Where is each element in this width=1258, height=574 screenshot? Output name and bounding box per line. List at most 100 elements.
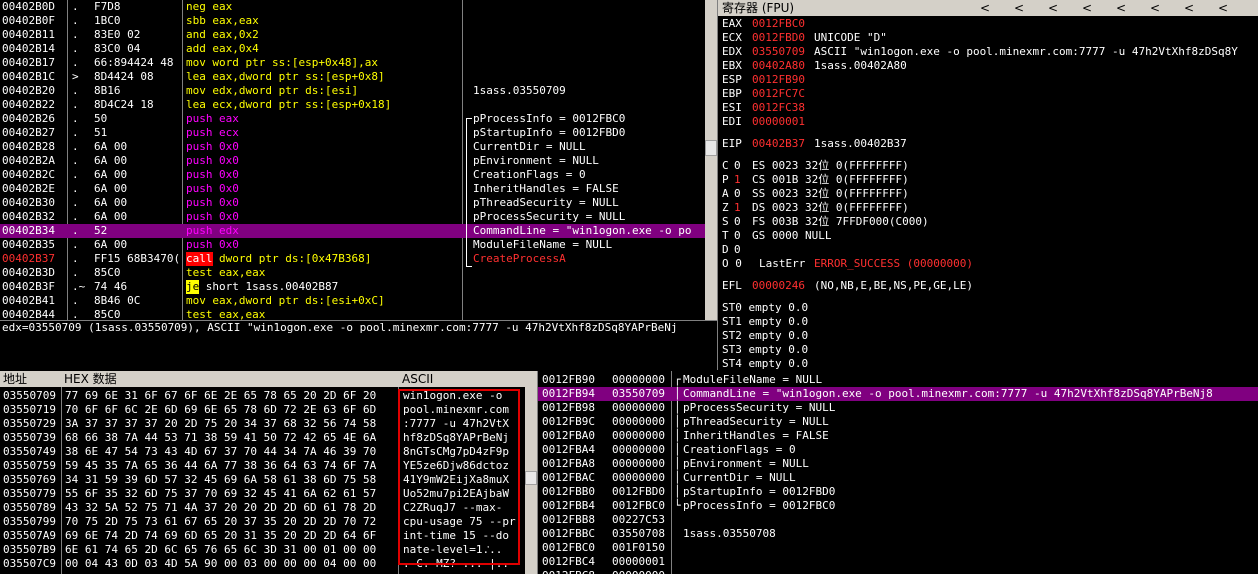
stack-row[interactable]: 0012FBC8 00000000 (538, 569, 1258, 574)
register-value[interactable]: 0012FBC0 (752, 17, 805, 31)
flag-row[interactable]: Z 1 DS 0023 32位 0(FFFFFFFF) (722, 201, 1258, 215)
dump-pane[interactable]: 地址 HEX 数据 ASCII 03550709 77 69 6E 31 6F 6… (0, 371, 525, 574)
fpu-st-row[interactable]: ST4 empty 0.0 (722, 357, 1258, 370)
stack-row[interactable]: 0012FBA8 00000000 │ pEnvironment = NULL (538, 457, 1258, 471)
disasm-row[interactable]: 00402B14. 83C0 04 add eax,0x4 (0, 42, 705, 56)
disasm-row[interactable]: 00402B0F. 1BC0 sbb eax,eax (0, 14, 705, 28)
dump-scroll-thumb[interactable] (525, 471, 537, 485)
flag-row[interactable]: S 0 FS 003B 32位 7FFDF000(C000) (722, 215, 1258, 229)
efl-row[interactable]: EFL 00000246 (NO,NB,E,BE,NS,PE,GE,LE) (722, 279, 1258, 293)
register-value[interactable]: 0012FBD0 (752, 31, 805, 45)
stack-row[interactable]: 0012FBB8 00227C53 (538, 513, 1258, 527)
dump-header-ascii[interactable]: ASCII (402, 371, 433, 387)
disassembly-scroll-thumb[interactable] (705, 140, 717, 156)
disasm-row[interactable]: 00402B1C >8D4424 08 lea eax,dword ptr ss:[e… (0, 70, 705, 84)
disasm-row[interactable]: 00402B41. 8B46 0C mov eax,dword ptr ds:[esi… (0, 294, 705, 308)
disasm-row[interactable]: 00402B0D. F7D8 neg eax (0, 0, 705, 14)
register-arrow-button[interactable]: < (1150, 0, 1160, 16)
dump-scrollbar[interactable] (525, 371, 537, 574)
fpu-st-row[interactable]: ST1 empty 0.0 (722, 315, 1258, 329)
dump-header-hex[interactable]: HEX 数据 (64, 371, 117, 387)
disasm-row[interactable]: 00402B30. 6A 00 push 0x0 pThreadSecurity = N… (0, 196, 705, 210)
flag-value[interactable]: 0 (734, 243, 741, 257)
eip-row[interactable]: EIP 00402B37 1sass.00402B37 (722, 137, 1258, 151)
flag-value[interactable]: 0 (734, 215, 741, 229)
fpu-st-row[interactable]: ST0 empty 0.0 (722, 301, 1258, 315)
register-row[interactable]: ECX 0012FBD0 UNICODE "D" (722, 31, 1258, 45)
disasm-row[interactable]: 00402B22. 8D4C24 18 lea ecx,dword ptr ss:[e… (0, 98, 705, 112)
disasm-row[interactable]: 00402B3F .~ 74 46 je short 1sass.00402B87 (0, 280, 705, 294)
lasterr-value[interactable]: ERROR_SUCCESS (00000000) (814, 257, 973, 271)
stack-row[interactable]: 0012FBB0 0012FBD0 │ pStartupInfo = 0012FBD0 (538, 485, 1258, 499)
disassembly-scrollbar[interactable] (705, 0, 717, 320)
stack-pane[interactable]: 0012FB90 00000000 ┌ ModuleFileName = NULL 00… (537, 371, 1258, 574)
disasm-row[interactable]: 00402B26. 50 push eax pProcessInfo = 0012FBC… (0, 112, 705, 126)
flag-value[interactable]: 1 (734, 173, 741, 187)
stack-value: 00000000 (612, 471, 665, 484)
disasm-row[interactable]: 00402B28. 6A 00 push 0x0 CurrentDir = NULL (0, 140, 705, 154)
stack-row[interactable]: 0012FBA4 00000000 │ CreationFlags = 0 (538, 443, 1258, 457)
register-value[interactable]: 0012FB90 (752, 73, 805, 87)
stack-row[interactable]: 0012FBC4 00000001 (538, 555, 1258, 569)
stack-row[interactable]: 0012FBC0 001F0150 (538, 541, 1258, 555)
disasm-row[interactable]: 00402B27. 51 push ecx pStartupInfo = 0012FBD… (0, 126, 705, 140)
flag-row[interactable]: T 0 GS 0000 NULL (722, 229, 1258, 243)
disasm-row[interactable]: 00402B2C. 6A 00 push 0x0 CreationFlags = 0 (0, 168, 705, 182)
disasm-row[interactable]: 00402B17. 66:894424 48 mov word ptr ss:[esp… (0, 56, 705, 70)
registers-pane[interactable]: 寄存器 (FPU) < < < < < < < < EAX 0012FBC0 ECX 0012FBD… (717, 0, 1258, 370)
disassembly-pane[interactable]: 00402B0D. F7D8 neg eax 00402B0F. 1BC0 sbb eax,e… (0, 0, 705, 320)
flag-value[interactable]: 0 (734, 229, 741, 243)
register-row[interactable]: ESP 0012FB90 (722, 73, 1258, 87)
flag-value[interactable]: 0 (734, 187, 741, 201)
disasm-comment: pProcessSecurity = NULL (473, 210, 626, 223)
flag-row[interactable]: D0 (722, 243, 1258, 257)
register-arrow-button[interactable]: < (1082, 0, 1092, 16)
register-row[interactable]: EBP 0012FC7C (722, 87, 1258, 101)
disasm-row[interactable]: 00402B2E. 6A 00 push 0x0 InheritHandles = FA… (0, 182, 705, 196)
lasterr-row[interactable]: O 0 LastErr ERROR_SUCCESS (00000000) (722, 257, 1258, 271)
register-value[interactable]: 00000001 (752, 115, 805, 129)
flag-value[interactable]: 0 (734, 159, 741, 173)
register-value[interactable]: 0012FC38 (752, 101, 805, 115)
disasm-row[interactable]: 00402B20. 8B16 mov edx,dword ptr ds:[esi] 1s… (0, 84, 705, 98)
stack-row[interactable]: 0012FBBC 03550708 1sass.03550708 (538, 527, 1258, 541)
register-value[interactable]: 0012FC7C (752, 87, 805, 101)
flag-row[interactable]: C 0 ES 0023 32位 0(FFFFFFFF) (722, 159, 1258, 173)
register-arrow-button[interactable]: < (1014, 0, 1024, 16)
register-row[interactable]: EDX 03550709 ASCII "win1ogon.exe -o pool.m… (722, 45, 1258, 59)
stack-row[interactable]: 0012FBA0 00000000 │ InheritHandles = FALSE (538, 429, 1258, 443)
register-arrow-button[interactable]: < (1048, 0, 1058, 16)
stack-row[interactable]: 0012FB90 00000000 ┌ ModuleFileName = NULL (538, 373, 1258, 387)
disasm-row[interactable]: 00402B32. 6A 00 push 0x0 pProcessSecurity = … (0, 210, 705, 224)
stack-row[interactable]: 0012FB94 03550709 │ CommandLine = "win1ogon… (538, 387, 1258, 401)
stack-row[interactable]: 0012FB9C 00000000 │ pThreadSecurity = NULL (538, 415, 1258, 429)
register-value[interactable]: 03550709 (752, 45, 805, 59)
register-arrow-button[interactable]: < (980, 0, 990, 16)
dump-header-addr[interactable]: 地址 (3, 371, 27, 387)
disasm-row[interactable]: 00402B3D. 85C0 test eax,eax (0, 266, 705, 280)
stack-row[interactable]: 0012FBAC 00000000 │ CurrentDir = NULL (538, 471, 1258, 485)
disasm-row[interactable]: 00402B2A. 6A 00 push 0x0 pEnvironment = NULL (0, 154, 705, 168)
register-row[interactable]: ESI 0012FC38 (722, 101, 1258, 115)
register-row[interactable]: EDI 00000001 (722, 115, 1258, 129)
register-value[interactable]: 00402B37 (752, 137, 805, 151)
register-row[interactable]: EAX 0012FBC0 (722, 17, 1258, 31)
fpu-st-row[interactable]: ST2 empty 0.0 (722, 329, 1258, 343)
register-arrow-button[interactable]: < (1184, 0, 1194, 16)
register-value[interactable]: 00402A80 (752, 59, 805, 73)
flag-row[interactable]: P 1 CS 001B 32位 0(FFFFFFFF) (722, 173, 1258, 187)
register-arrow-button[interactable]: < (1116, 0, 1126, 16)
disasm-row[interactable]: 00402B37. FF15 68B3470(call dword ptr ds:[… (0, 252, 705, 266)
flag-value[interactable]: 1 (734, 201, 741, 215)
efl-value[interactable]: 00000246 (752, 279, 805, 293)
register-arrow-button[interactable]: < (1218, 0, 1228, 16)
flag-row[interactable]: A 0 SS 0023 32位 0(FFFFFFFF) (722, 187, 1258, 201)
disasm-row[interactable]: 00402B44. 85C0 test eax,eax (0, 308, 705, 320)
disasm-row[interactable]: 00402B35. 6A 00 push 0x0 ModuleFileName = NU… (0, 238, 705, 252)
disasm-row[interactable]: 00402B34. 52 push edx CommandLine = "win1ogo… (0, 224, 705, 238)
stack-row[interactable]: 0012FBB4 0012FBC0 └ pProcessInfo = 0012FBC0 (538, 499, 1258, 513)
stack-row[interactable]: 0012FB98 00000000 │ pProcessSecurity = NULL (538, 401, 1258, 415)
disasm-row[interactable]: 00402B11. 83E0 02 and eax,0x2 (0, 28, 705, 42)
fpu-st-row[interactable]: ST3 empty 0.0 (722, 343, 1258, 357)
register-row[interactable]: EBX 00402A80 1sass.00402A80 (722, 59, 1258, 73)
